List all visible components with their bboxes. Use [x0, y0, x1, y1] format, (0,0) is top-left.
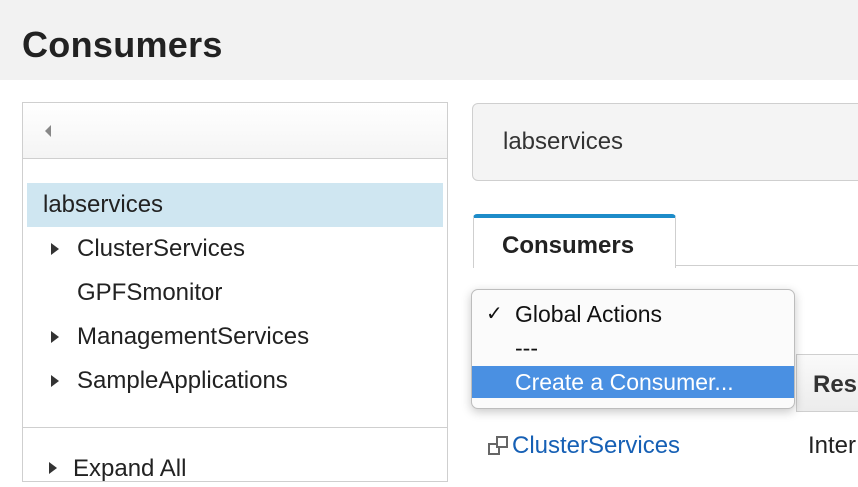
- menu-separator: ---: [472, 332, 794, 364]
- tab-label: Consumers: [502, 232, 635, 259]
- expand-arrow-icon[interactable]: [51, 331, 59, 343]
- tree-item-label: labservices: [43, 191, 164, 218]
- menu-item-label: Global Actions: [515, 301, 663, 327]
- consumer-group-icon: [488, 436, 508, 455]
- page-header: Consumers: [0, 0, 858, 80]
- consumer-link-clusterservices[interactable]: ClusterServices: [512, 432, 680, 460]
- consumer-path-box: labservices: [472, 103, 858, 181]
- expand-arrow-icon[interactable]: [51, 243, 59, 255]
- tree-item-labservices[interactable]: labservices: [27, 183, 443, 227]
- table-header-resource[interactable]: Res: [796, 354, 858, 412]
- tree-item-gpfsmonitor[interactable]: GPFSmonitor: [27, 271, 443, 315]
- tree-item-managementservices[interactable]: ManagementServices: [27, 315, 443, 359]
- consumer-type-cell: Inter: [808, 432, 857, 459]
- tree-item-label: ClusterServices: [77, 235, 246, 262]
- tabs-divider: [676, 265, 858, 266]
- global-actions-menu: ✓ Global Actions --- Create a Consumer..…: [471, 289, 795, 409]
- tab-consumers[interactable]: Consumers: [473, 214, 676, 268]
- expand-all-arrow-icon[interactable]: [49, 462, 57, 474]
- tree-item-sampleapplications[interactable]: SampleApplications: [27, 359, 443, 403]
- tree-item-label: SampleApplications: [77, 367, 288, 394]
- tree-item-label: GPFSmonitor: [77, 279, 223, 306]
- tree-footer: Expand All: [23, 427, 447, 487]
- table-header-label: Res: [813, 371, 858, 398]
- tree-item-label: ManagementServices: [77, 323, 310, 350]
- collapse-panel-icon[interactable]: [45, 125, 51, 137]
- tree-item-clusterservices[interactable]: ClusterServices: [27, 227, 443, 271]
- page-title: Consumers: [22, 24, 223, 65]
- menu-item-label: Create a Consumer...: [515, 369, 734, 395]
- consumer-path-text: labservices: [503, 128, 624, 155]
- menu-item-label: ---: [515, 335, 538, 361]
- checkmark-icon: ✓: [486, 303, 503, 325]
- expand-all-link[interactable]: Expand All: [73, 454, 186, 484]
- tree-toolbar: [23, 103, 447, 159]
- menu-item-create-consumer[interactable]: Create a Consumer...: [472, 366, 794, 398]
- consumer-tree-panel: labservices ClusterServices GPFSmonitor …: [22, 102, 448, 482]
- expand-arrow-icon[interactable]: [51, 375, 59, 387]
- menu-item-global-actions[interactable]: ✓ Global Actions: [472, 298, 794, 330]
